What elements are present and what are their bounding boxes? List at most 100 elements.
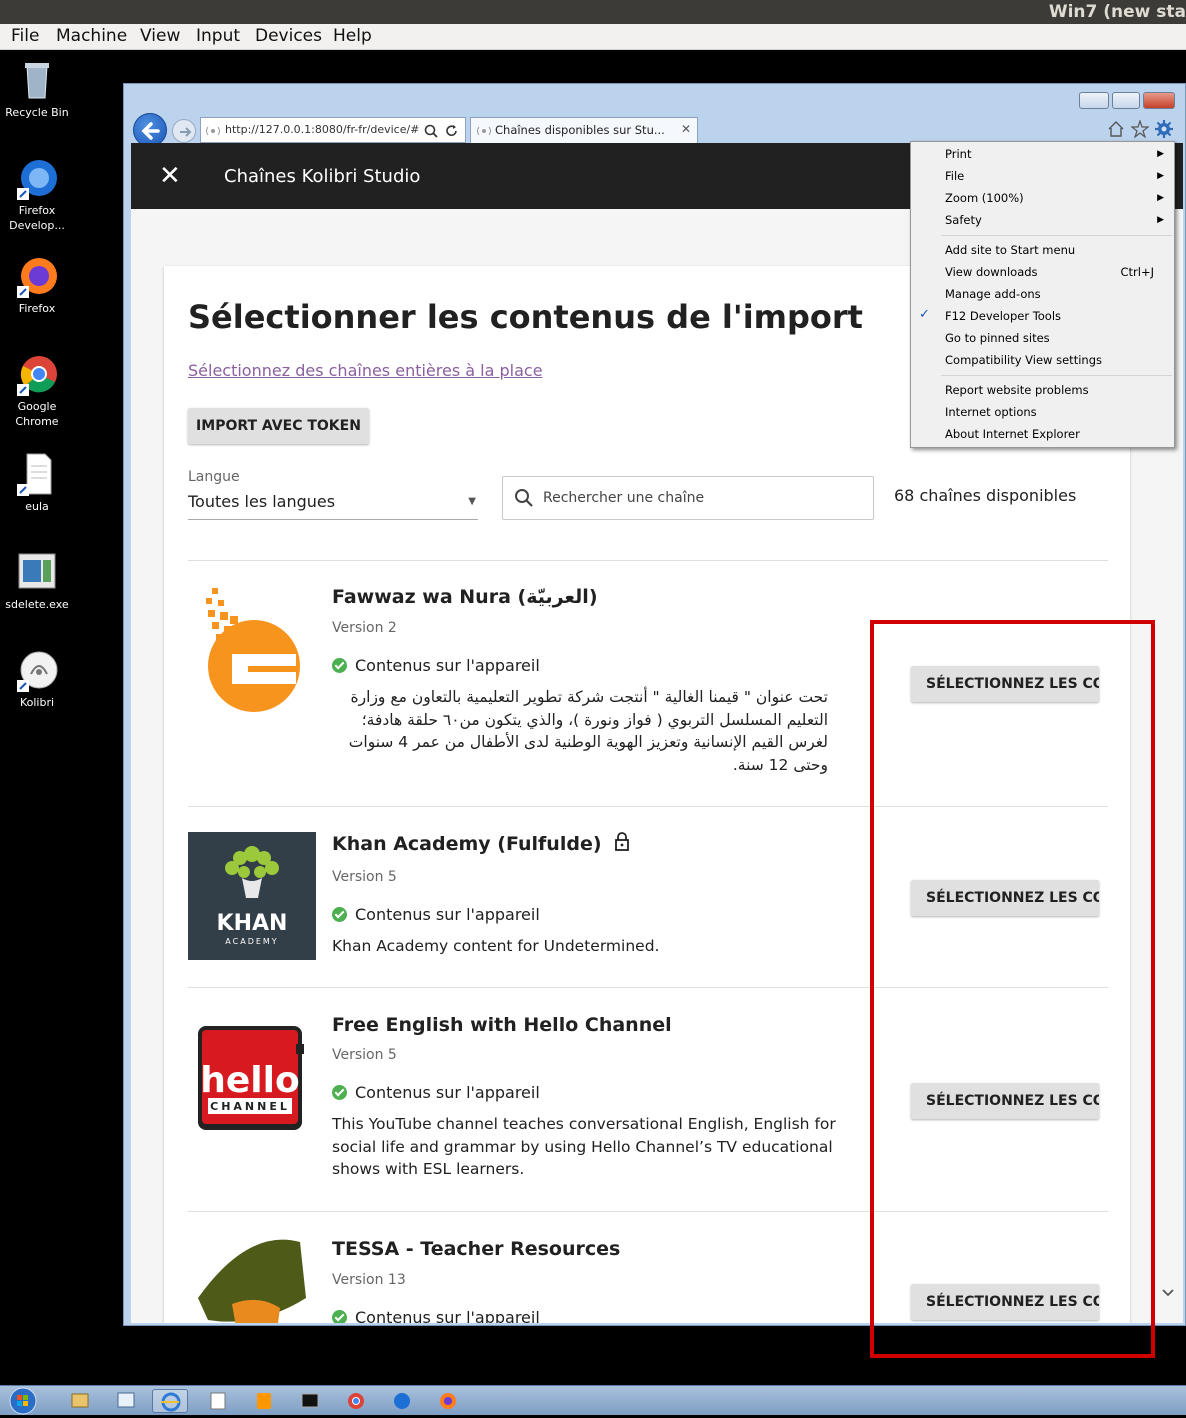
close-icon[interactable]: ✕	[159, 161, 181, 191]
tab-chaines-disponibles[interactable]: Chaînes disponibles sur Stu... ✕	[470, 117, 698, 143]
available-channels-count: 68 chaînes disponibles	[894, 486, 1077, 505]
channel-description: Khan Academy content for Undetermined.	[332, 937, 660, 955]
khan-logo-subtext: ACADEMY	[225, 937, 278, 946]
search-input[interactable]	[543, 485, 863, 511]
vm-menu-help[interactable]: Help	[333, 26, 372, 46]
channel-status-text: Contenus sur l'appareil	[355, 1308, 540, 1323]
gear-icon[interactable]	[1155, 120, 1173, 138]
vm-window-title: Win7 (new sta	[1048, 2, 1186, 22]
menu-item-about-ie[interactable]: About Internet Explorer	[945, 427, 1080, 441]
channel-status-text: Contenus sur l'appareil	[355, 656, 540, 675]
desktop-icon-firefox[interactable]: Firefox	[0, 254, 74, 316]
submenu-arrow-icon: ▶	[1157, 149, 1164, 159]
tab-title: Chaînes disponibles sur Stu...	[495, 123, 665, 137]
channel-title-text: Khan Academy (Fulfulde)	[332, 833, 602, 855]
back-button[interactable]	[133, 113, 167, 147]
channel-version: Version 2	[332, 620, 397, 636]
window-caption-buttons	[1079, 92, 1175, 110]
menu-item-f12-tools[interactable]: F12 Developer Tools	[945, 309, 1061, 323]
taskbar-sublime-icon[interactable]	[246, 1389, 282, 1413]
desktop-icon-google-chrome[interactable]: Google Chrome	[0, 352, 74, 429]
menu-item-print[interactable]: Print	[945, 147, 971, 161]
executable-icon	[15, 550, 59, 594]
select-whole-channels-link[interactable]: Sélectionnez des chaînes entières à la p…	[188, 361, 543, 380]
vm-titlebar: Win7 (new sta	[0, 0, 1186, 24]
tab-close-icon[interactable]: ✕	[681, 122, 691, 136]
channel-title: Fawwaz wa Nura (العربيّة)	[332, 586, 598, 608]
page-title: Sélectionner les contenus de l'import	[188, 298, 863, 336]
divider	[188, 560, 1108, 561]
channel-title: Free English with Hello Channel	[332, 1014, 672, 1036]
channel-title: TESSA - Teacher Resources	[332, 1238, 621, 1260]
menu-item-safety[interactable]: Safety	[945, 213, 982, 227]
chevron-down-icon[interactable]	[1160, 1287, 1176, 1299]
taskbar-explorer-icon[interactable]	[62, 1389, 98, 1413]
taskbar-firefox-developer-icon[interactable]	[384, 1389, 420, 1413]
menu-item-pinned-sites[interactable]: Go to pinned sites	[945, 331, 1050, 345]
firefox-developer-icon	[15, 156, 59, 200]
vm-menu-input[interactable]: Input	[196, 26, 240, 46]
vm-menu-file[interactable]: File	[11, 26, 39, 46]
taskbar-ie-icon[interactable]	[152, 1389, 188, 1413]
ie-tools-menu: Print ▶ File ▶ Zoom (100%) ▶ Safety ▶ Ad…	[910, 141, 1175, 448]
taskbar	[0, 1385, 1186, 1415]
menu-shortcut: Ctrl+J	[1120, 265, 1155, 279]
app-title: Chaînes Kolibri Studio	[224, 166, 421, 187]
channel-version: Version 5	[332, 869, 397, 885]
menu-item-internet-options[interactable]: Internet options	[945, 405, 1037, 419]
taskbar-notepad-icon[interactable]	[200, 1389, 236, 1413]
vm-menu-devices[interactable]: Devices	[255, 26, 322, 46]
channel-thumbnail-tessa	[188, 1238, 316, 1323]
address-bar[interactable]: http://127.0.0.1:8080/fr-fr/device/#	[200, 117, 466, 143]
channel-status: Contenus sur l'appareil	[332, 656, 540, 675]
vm-menu-view[interactable]: View	[140, 26, 180, 46]
recycle-bin-icon	[15, 58, 59, 102]
caret-down-icon: ▼	[468, 496, 476, 507]
refresh-icon[interactable]	[444, 123, 460, 139]
menu-item-report-problems[interactable]: Report website problems	[945, 383, 1089, 397]
desktop-icon-kolibri[interactable]: Kolibri	[0, 648, 74, 710]
taskbar-cmd-icon[interactable]	[292, 1389, 328, 1413]
forward-button[interactable]	[172, 119, 196, 143]
menu-item-add-site-start[interactable]: Add site to Start menu	[945, 243, 1075, 257]
khan-logo-text: KHAN	[217, 911, 288, 936]
hello-logo-text: hello	[200, 1060, 299, 1101]
search-icon[interactable]	[423, 123, 439, 139]
tab-site-icon	[477, 126, 491, 136]
vm-menubar: File Machine View Input Devices Help	[0, 24, 1186, 50]
document-icon	[15, 452, 59, 496]
menu-item-compat-view[interactable]: Compatibility View settings	[945, 353, 1102, 367]
desktop-icon-eula[interactable]: eula	[0, 452, 74, 514]
submenu-arrow-icon: ▶	[1157, 193, 1164, 203]
menu-item-manage-addons[interactable]: Manage add-ons	[945, 287, 1041, 301]
close-window-button[interactable]	[1143, 92, 1175, 109]
import-with-token-button[interactable]: IMPORT AVEC TOKEN	[188, 408, 369, 444]
taskbar-firefox-icon[interactable]	[430, 1389, 466, 1413]
home-icon[interactable]	[1107, 120, 1125, 138]
channel-description: تحت عنوان " قيمنا الغالية " أنتجت شركة ت…	[348, 688, 828, 774]
hello-logo-subtext: CHANNEL	[210, 1100, 290, 1113]
channel-thumbnail-khan: KHAN ACADEMY	[188, 832, 316, 960]
minimize-button[interactable]	[1079, 92, 1109, 109]
channel-status: Contenus sur l'appareil	[332, 1308, 540, 1323]
menu-item-view-downloads[interactable]: View downloads	[945, 265, 1038, 279]
language-select[interactable]: Toutes les langues ▼	[188, 488, 478, 520]
desktop-icon-firefox-developer[interactable]: Firefox Develop...	[0, 156, 74, 233]
menu-separator	[941, 235, 1172, 236]
submenu-arrow-icon: ▶	[1157, 171, 1164, 181]
check-icon: ✓	[919, 307, 930, 322]
channel-search[interactable]	[502, 476, 874, 520]
desktop-icon-recycle-bin[interactable]: Recycle Bin	[0, 58, 74, 120]
vm-menu-machine[interactable]: Machine	[56, 26, 127, 46]
menu-item-zoom[interactable]: Zoom (100%)	[945, 191, 1024, 205]
start-button-icon[interactable]	[8, 1387, 38, 1415]
check-circle-icon	[332, 1085, 347, 1100]
search-icon	[515, 489, 533, 507]
maximize-button[interactable]	[1112, 92, 1140, 109]
desktop-icon-sdelete[interactable]: sdelete.exe	[0, 550, 74, 612]
menu-item-file[interactable]: File	[945, 169, 964, 183]
channel-status-text: Contenus sur l'appareil	[355, 1083, 540, 1102]
taskbar-chrome-icon[interactable]	[338, 1389, 374, 1413]
favorites-star-icon[interactable]	[1131, 120, 1149, 138]
taskbar-app-icon[interactable]	[108, 1389, 144, 1413]
